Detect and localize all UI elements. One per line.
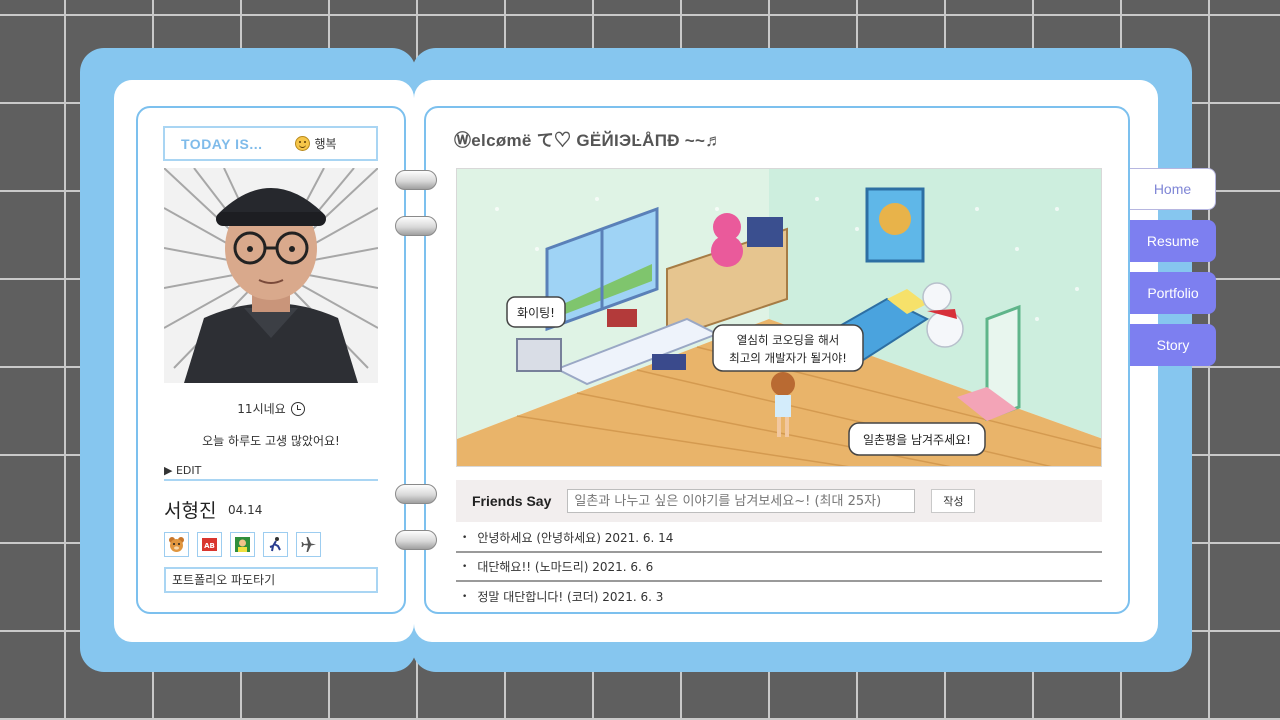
running-person-icon[interactable]: [263, 532, 288, 557]
binder-ring: [395, 170, 437, 190]
time-text: 11시네요: [237, 402, 286, 416]
comment-text: 정말 대단합니다! (코더) 2021. 6. 3: [477, 590, 664, 604]
airplane-icon[interactable]: [296, 532, 321, 557]
current-time: 11시네요: [164, 400, 378, 417]
friends-say-label: Friends Say: [472, 493, 552, 509]
welcome-title: Ⓦelcømë て♡ GËЙIЭĿÅПÐ ~~♬: [454, 131, 723, 150]
speech-bubble-guestbook: 일촌평을 남겨주세요!: [848, 422, 986, 456]
mood-indicator: 행복: [294, 135, 337, 152]
portfolio-wave-link[interactable]: 포트폴리오 파도타기: [164, 567, 378, 593]
svg-text:화이팅!: 화이팅!: [517, 306, 555, 320]
minihome-room-scene: 화이팅! 열심히 코오딩을 해서 최고의 개발자가 될거야! 일촌평을 남겨주세…: [456, 168, 1102, 467]
clock-icon: [290, 401, 305, 416]
svg-text:AB: AB: [204, 542, 215, 550]
tab-story[interactable]: Story: [1130, 324, 1216, 366]
comment-list: • 안녕하세요 (안녕하세요) 2021. 6. 14 • 대단해요!! (노마드리…: [456, 524, 1102, 611]
comment-item: • 안녕하세요 (안녕하세요) 2021. 6. 14: [456, 524, 1102, 553]
today-label: TODAY IS...: [181, 135, 263, 152]
speech-bubble-coding: 열심히 코오딩을 해서 최고의 개발자가 될거야!: [712, 324, 864, 372]
svg-text:일촌평을 남겨주세요!: 일촌평을 남겨주세요!: [863, 433, 971, 447]
edit-button[interactable]: ▶ EDIT: [164, 464, 378, 481]
comment-text: 대단해요!! (노마드리) 2021. 6. 6: [477, 560, 654, 574]
profile-photo: [164, 168, 378, 383]
friends-say-bar: Friends Say 작성: [456, 480, 1102, 522]
comment-text: 안녕하세요 (안녕하세요) 2021. 6. 14: [477, 531, 674, 545]
friends-say-submit-button[interactable]: 작성: [931, 489, 976, 513]
binder-ring: [395, 530, 437, 550]
friends-say-input[interactable]: [567, 489, 916, 513]
svg-text:열심히 코오딩을 해서: 열심히 코오딩을 해서: [737, 333, 840, 347]
profile-name: 서형진: [164, 500, 217, 522]
speech-bubble-fighting: 화이팅!: [506, 296, 566, 328]
tab-resume[interactable]: Resume: [1130, 220, 1216, 262]
comment-item: • 대단해요!! (노마드리) 2021. 6. 6: [456, 553, 1102, 582]
binder-ring: [395, 484, 437, 504]
binder-ring: [395, 216, 437, 236]
profile-birthday: 04.14: [228, 503, 263, 517]
ab-badge-icon[interactable]: AB: [197, 532, 222, 557]
avatar-badge-icon[interactable]: [230, 532, 255, 557]
today-mood-box: TODAY IS... 행복: [163, 126, 378, 161]
greeting-message: 오늘 하루도 고생 많았어요!: [202, 434, 340, 448]
smiley-icon: [294, 136, 310, 151]
comment-item: • 정말 대단합니다! (코더) 2021. 6. 3: [462, 590, 664, 604]
bear-icon[interactable]: [164, 532, 189, 557]
tab-home[interactable]: Home: [1130, 168, 1216, 210]
svg-text:최고의 개발자가 될거야!: 최고의 개발자가 될거야!: [729, 351, 847, 365]
mood-text: 행복: [314, 137, 337, 151]
social-icons: AB: [164, 532, 321, 557]
tab-portfolio[interactable]: Portfolio: [1130, 272, 1216, 314]
